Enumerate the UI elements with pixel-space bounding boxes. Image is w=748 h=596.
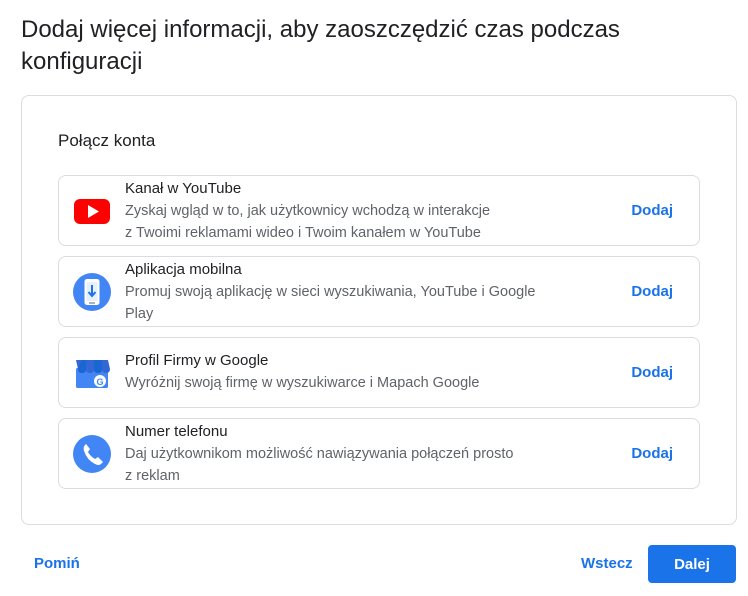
- row-description: Zyskaj wgląd w to, jak użytkownicy wchod…: [125, 203, 491, 219]
- row-description: Daj użytkownikom możliwość nawiązywania …: [125, 446, 514, 462]
- add-mobile-app-button[interactable]: Dodaj: [631, 283, 673, 300]
- row-description: Promuj swoją aplikację w sieci wyszukiwa…: [125, 284, 536, 300]
- connect-accounts-card: Połącz konta Kanał w YouTube Zyskaj wglą…: [21, 95, 737, 525]
- add-phone-number-button[interactable]: Dodaj: [631, 445, 673, 462]
- row-title: Profil Firmy w Google: [125, 352, 269, 369]
- row-description: z reklam: [125, 468, 180, 484]
- card-title: Połącz konta: [58, 131, 156, 150]
- skip-button[interactable]: Pomiń: [34, 555, 80, 572]
- row-youtube-channel: Kanał w YouTube Zyskaj wgląd w to, jak u…: [58, 175, 700, 246]
- youtube-icon: [73, 192, 111, 230]
- google-business-profile-icon: G: [73, 354, 111, 392]
- svg-text:G: G: [96, 377, 103, 387]
- add-business-profile-button[interactable]: Dodaj: [631, 364, 673, 381]
- row-title: Aplikacja mobilna: [125, 261, 242, 278]
- mobile-app-icon: [73, 273, 111, 311]
- row-description: z Twoimi reklamami wideo i Twoim kanałem…: [125, 225, 481, 241]
- add-youtube-button[interactable]: Dodaj: [631, 202, 673, 219]
- row-mobile-app: Aplikacja mobilna Promuj swoją aplikację…: [58, 256, 700, 327]
- back-button[interactable]: Wstecz: [581, 555, 633, 572]
- phone-icon: [73, 435, 111, 473]
- row-description: Wyróżnij swoją firmę w wyszukiwarce i Ma…: [125, 375, 480, 391]
- row-title: Kanał w YouTube: [125, 180, 242, 197]
- row-google-business-profile: G Profil Firmy w Google Wyróżnij swoją f…: [58, 337, 700, 408]
- page-title: Dodaj więcej informacji, aby zaoszczędzi…: [21, 16, 620, 75]
- row-description: Play: [125, 306, 154, 322]
- next-button[interactable]: Dalej: [648, 545, 736, 583]
- row-title: Numer telefonu: [125, 423, 228, 440]
- row-phone-number: Numer telefonu Daj użytkownikom możliwoś…: [58, 418, 700, 489]
